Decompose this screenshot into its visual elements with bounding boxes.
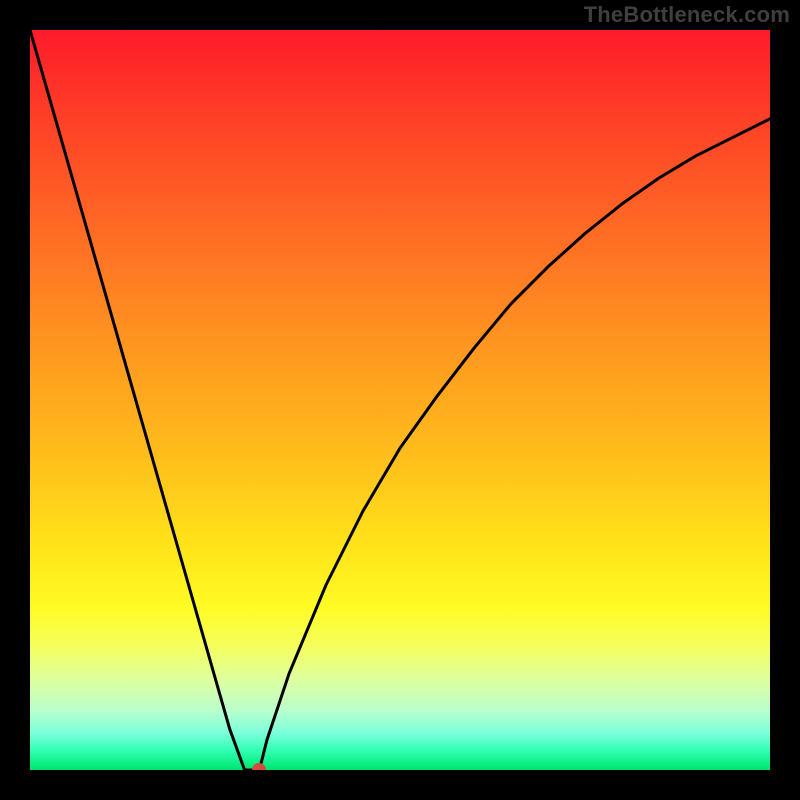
bottleneck-curve (30, 30, 770, 770)
watermark-text: TheBottleneck.com (584, 2, 790, 28)
plot-area (30, 30, 770, 770)
chart-frame: TheBottleneck.com (0, 0, 800, 800)
minimum-marker-dot (252, 763, 266, 770)
